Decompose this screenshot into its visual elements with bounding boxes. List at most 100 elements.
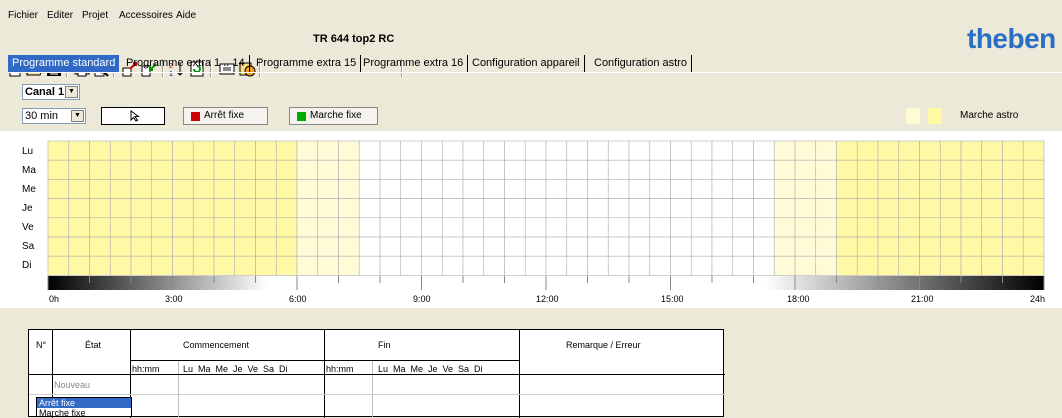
new-row-etat[interactable]: Nouveau [54,380,90,390]
schedule-cell[interactable] [68,217,90,238]
tab-programme-extra-15[interactable]: Programme extra 15 [252,55,362,72]
schedule-cell[interactable] [338,236,360,257]
schedule-cell[interactable] [607,236,630,257]
schedule-cell[interactable] [524,198,547,219]
schedule-cell[interactable] [711,140,734,161]
schedule-cell[interactable] [213,236,236,257]
schedule-cell[interactable] [524,140,547,161]
schedule-cell[interactable] [130,179,153,199]
schedule-cell[interactable] [1022,140,1045,161]
schedule-cell[interactable] [192,217,215,238]
schedule-cell[interactable] [628,217,651,238]
schedule-cell[interactable] [483,159,505,180]
schedule-cell[interactable] [732,140,754,161]
schedule-cell[interactable] [421,217,443,238]
schedule-cell[interactable] [296,217,319,238]
schedule-cell[interactable] [815,179,837,199]
schedule-cell[interactable] [690,236,713,257]
schedule-cell[interactable] [151,140,173,161]
schedule-cell[interactable] [773,198,796,219]
schedule-cell[interactable] [421,179,443,199]
schedule-cell[interactable] [960,140,983,161]
schedule-cell[interactable] [213,140,236,161]
schedule-cell[interactable] [172,236,194,257]
schedule-cell[interactable] [711,159,734,180]
schedule-cell[interactable] [919,179,941,199]
schedule-cell[interactable] [690,198,713,219]
menu-editer[interactable]: Editer [47,10,73,22]
schedule-cell[interactable] [566,179,588,199]
schedule-cell[interactable] [566,140,588,161]
schedule-cell[interactable] [649,159,671,180]
schedule-cell[interactable] [192,236,215,257]
schedule-cell[interactable] [400,179,422,199]
schedule-cell[interactable] [524,255,547,276]
schedule-cell[interactable] [234,159,256,180]
schedule-cell[interactable] [815,217,837,238]
schedule-cell[interactable] [68,236,90,257]
schedule-cell[interactable] [587,140,609,161]
schedule-cell[interactable] [711,255,734,276]
schedule-cell[interactable] [89,236,111,257]
tab-configuration-astro[interactable]: Configuration astro [590,55,692,72]
schedule-cell[interactable] [877,217,900,238]
schedule-cell[interactable] [275,198,298,219]
schedule-cell[interactable] [358,179,381,199]
schedule-cell[interactable] [794,255,817,276]
schedule-cell[interactable] [89,255,111,276]
schedule-cell[interactable] [587,236,609,257]
schedule-cell[interactable] [1022,255,1045,276]
schedule-cell[interactable] [504,159,526,180]
schedule-cell[interactable] [877,179,900,199]
schedule-cell[interactable] [939,236,962,257]
schedule-cell[interactable] [213,159,236,180]
schedule-cell[interactable] [856,198,879,219]
schedule-cell[interactable] [628,198,651,219]
schedule-cell[interactable] [711,217,734,238]
schedule-cell[interactable] [234,236,256,257]
schedule-cell[interactable] [981,179,1003,199]
schedule-cell[interactable] [172,217,194,238]
schedule-cell[interactable] [192,159,215,180]
schedule-cell[interactable] [109,198,132,219]
schedule-cell[interactable] [836,255,858,276]
schedule-cell[interactable] [504,236,526,257]
schedule-cell[interactable] [670,236,692,257]
schedule-cell[interactable] [275,159,298,180]
canal-select[interactable]: Canal 1 ▼ [22,84,80,100]
schedule-cell[interactable] [400,236,422,257]
schedule-cell[interactable] [960,179,983,199]
schedule-cell[interactable] [255,140,277,161]
schedule-cell[interactable] [317,179,339,199]
schedule-cell[interactable] [732,255,754,276]
schedule-cell[interactable] [794,159,817,180]
schedule-cell[interactable] [68,198,90,219]
schedule-cell[interactable] [130,159,153,180]
schedule-cell[interactable] [732,198,754,219]
schedule-cell[interactable] [753,236,775,257]
schedule-cell[interactable] [545,140,568,161]
schedule-cell[interactable] [898,179,920,199]
schedule-cell[interactable] [483,217,505,238]
schedule-cell[interactable] [358,198,381,219]
schedule-cell[interactable] [68,159,90,180]
schedule-cell[interactable] [524,179,547,199]
schedule-cell[interactable] [255,198,277,219]
schedule-cell[interactable] [400,255,422,276]
schedule-cell[interactable] [1022,217,1045,238]
schedule-cell[interactable] [296,236,319,257]
schedule-cell[interactable] [607,217,630,238]
schedule-cell[interactable] [670,159,692,180]
schedule-cell[interactable] [504,198,526,219]
schedule-cell[interactable] [607,179,630,199]
schedule-cell[interactable] [504,179,526,199]
schedule-cell[interactable] [773,179,796,199]
schedule-cell[interactable] [524,236,547,257]
schedule-cell[interactable] [172,179,194,199]
schedule-cell[interactable] [317,198,339,219]
schedule-cell[interactable] [296,198,319,219]
schedule-cell[interactable] [400,159,422,180]
schedule-cell[interactable] [545,179,568,199]
schedule-cell[interactable] [151,217,173,238]
schedule-cell[interactable] [877,140,900,161]
